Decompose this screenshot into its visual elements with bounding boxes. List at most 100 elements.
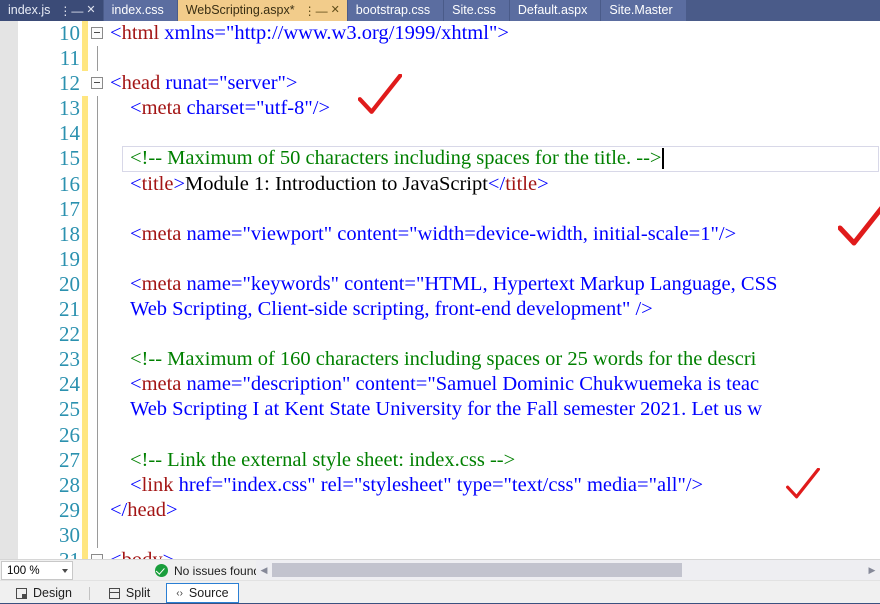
code-line[interactable]: 27 <!-- Link the external style sheet: in… [18,447,880,473]
scrollbar-track[interactable] [272,560,864,580]
code-line[interactable]: 28 <link href="index.css" rel="stylesheet… [18,472,880,498]
zoom-level-dropdown[interactable]: 100 % [1,561,73,580]
change-bar [82,196,88,222]
horizontal-scrollbar[interactable]: ◀ ▶ [256,560,880,580]
code-line[interactable]: 14 [18,121,880,147]
change-bar [82,271,88,298]
code-line[interactable]: 31 <body> [18,547,880,559]
code-line[interactable]: 21 Web Scripting, Client-side scripting, … [18,297,880,323]
change-bar [82,246,88,272]
line-number: 25 [59,397,80,422]
tab-site-master[interactable]: Site.Master [601,0,687,21]
tab-default-aspx[interactable]: Default.aspx [509,0,602,21]
tab-index-css[interactable]: index.css [103,0,178,21]
close-icon[interactable]: ✕ [331,5,340,16]
pin-icon[interactable]: ⋮— [304,5,328,17]
line-number: 19 [59,246,80,271]
structure-guide-line [97,522,98,548]
code-line[interactable]: 30 [18,522,880,548]
view-tab-source[interactable]: ‹› Source [166,583,239,603]
code-line[interactable]: 10 <html xmlns="http://www.w3.org/1999/xh… [18,21,880,47]
issues-status[interactable]: No issues found [155,564,260,578]
code-line[interactable]: 16 <title>Module 1: Introduction to JavaS… [18,171,880,197]
tab-label: WebScripting.aspx* [185,3,295,18]
triangle-left-icon[interactable]: ◀ [256,560,272,580]
outlining-column[interactable] [90,46,106,72]
outlining-column[interactable] [90,472,106,498]
text-cursor [662,148,664,170]
outlining-column[interactable] [90,397,106,423]
code-line[interactable]: 19 [18,246,880,272]
change-bar [82,422,88,448]
outlining-column[interactable] [90,146,106,172]
code-line-text: <head runat="server"> [110,72,298,95]
line-number: 30 [59,522,80,547]
outlining-column[interactable] [90,522,106,548]
code-line[interactable]: 25 Web Scripting I at Kent State Universi… [18,397,880,423]
view-tab-split[interactable]: Split [99,583,160,603]
pin-icon[interactable]: ⋮— [59,5,83,17]
editor-status-bar: 100 % No issues found ◀ ▶ [0,559,880,581]
change-bar [82,497,88,523]
outlining-column[interactable] [90,447,106,473]
code-line[interactable]: 23 <!-- Maximum of 160 characters includi… [18,347,880,373]
outlining-column[interactable] [90,347,106,373]
outlining-column[interactable] [90,196,106,222]
chevron-down-icon[interactable] [62,568,68,573]
outlining-column[interactable] [90,372,106,398]
outlining-column[interactable] [90,548,106,559]
line-number: 20 [59,271,80,296]
outlining-column[interactable] [90,297,106,323]
change-bar [82,71,88,96]
tab-site-css[interactable]: Site.css [444,0,510,21]
change-bar [82,322,88,348]
code-line[interactable]: 22 [18,322,880,348]
outlining-column[interactable] [90,422,106,448]
code-line[interactable]: 20 <meta name="keywords" content="HTML, H… [18,271,880,298]
collapse-toggle-icon[interactable] [91,27,103,39]
outlining-column[interactable] [90,497,106,523]
code-text-area[interactable]: 10 <html xmlns="http://www.w3.org/1999/xh… [18,21,880,559]
code-line[interactable]: 15 <!-- Maximum of 50 characters includin… [18,146,880,172]
code-line[interactable]: 17 [18,196,880,222]
triangle-right-icon[interactable]: ▶ [864,560,880,580]
structure-guide-line [97,96,98,122]
code-line[interactable]: 29 </head> [18,497,880,523]
outlining-column[interactable] [90,246,106,272]
structure-guide-line [97,171,98,197]
tab-bootstrap-css[interactable]: bootstrap.css [347,0,445,21]
tab-label: Default.aspx [517,3,588,18]
scrollbar-thumb[interactable] [272,563,682,577]
code-line[interactable]: 18 <meta name="viewport" content="width=d… [18,221,880,247]
collapse-toggle-icon[interactable] [91,77,103,90]
code-line[interactable]: 11 [18,46,880,72]
outlining-column[interactable] [90,322,106,348]
outlining-column[interactable] [90,71,106,96]
view-mode-bar: Design Split ‹› Source [0,580,880,604]
split-pane-icon [108,587,120,599]
code-editor[interactable]: 10 <html xmlns="http://www.w3.org/1999/xh… [0,21,880,559]
code-line[interactable]: 13 <meta charset="utf-8"/> [18,96,880,122]
outlining-column[interactable] [90,271,106,298]
line-number: 28 [59,472,80,497]
tab-webscripting-aspx[interactable]: WebScripting.aspx* ⋮— ✕ [177,0,348,21]
outlining-column[interactable] [90,171,106,197]
tab-index-js[interactable]: index.js ⋮— ✕ [0,0,104,21]
structure-guide-line [97,196,98,222]
code-line[interactable]: 26 [18,422,880,448]
outlining-column[interactable] [90,221,106,247]
line-number: 21 [59,297,80,322]
view-tab-label: Design [33,586,72,600]
structure-guide-line [97,297,98,323]
close-icon[interactable]: ✕ [86,5,95,16]
structure-guide-line [97,447,98,473]
code-line[interactable]: 24 <meta name="description" content="Samu… [18,372,880,398]
outlining-column[interactable] [90,121,106,147]
structure-guide-line [97,246,98,272]
view-tab-design[interactable]: Design [6,583,82,603]
line-number: 22 [59,322,80,347]
structure-guide-line [97,497,98,523]
outlining-column[interactable] [90,96,106,122]
code-line[interactable]: 12 <head runat="server"> [18,71,880,96]
outlining-column[interactable] [90,21,106,46]
